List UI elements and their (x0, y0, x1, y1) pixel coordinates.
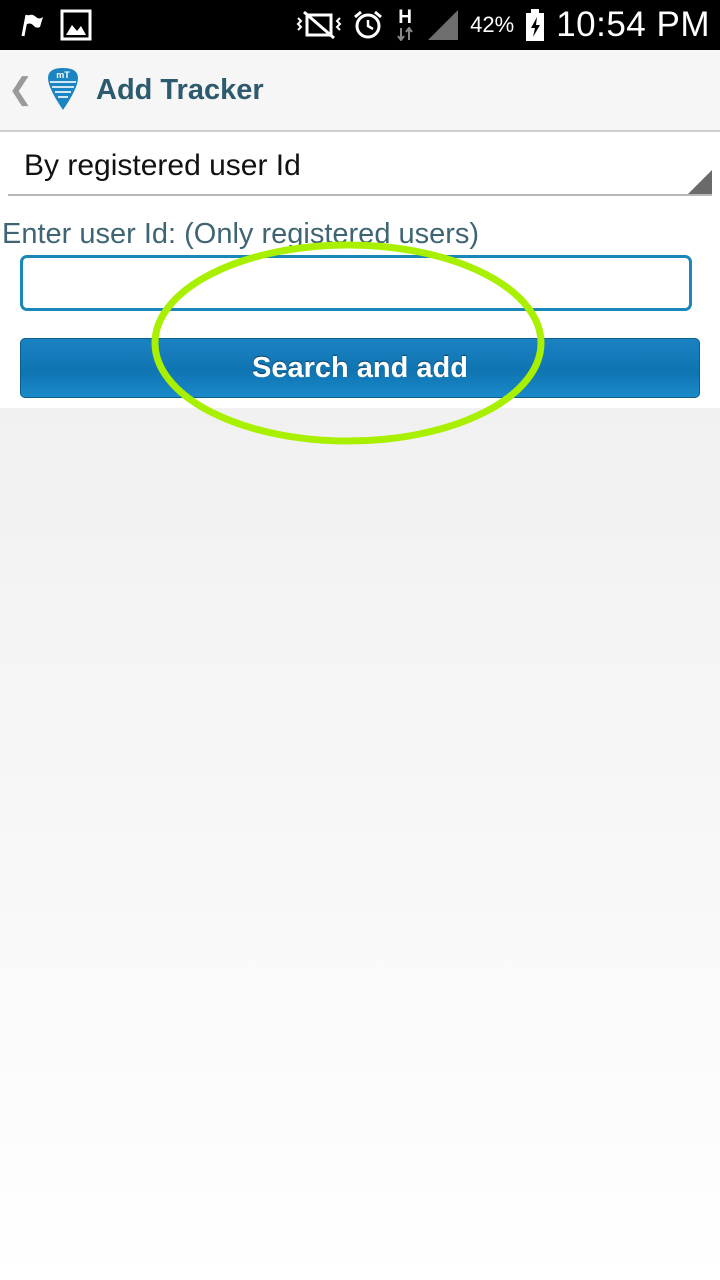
search-mode-selected: By registered user Id (24, 149, 301, 182)
page-title: Add Tracker (96, 74, 264, 106)
action-bar: ❮ mT Add Tracker (0, 50, 720, 132)
status-bar: H 42% 10:54 PM (0, 0, 720, 50)
alarm-icon (352, 9, 384, 41)
network-h-icon: H (394, 7, 416, 41)
status-bar-left (18, 0, 92, 50)
battery-percent: 42% (470, 12, 515, 37)
back-chevron-icon[interactable]: ❮ (8, 72, 33, 108)
add-tracker-form: By registered user Id Enter user Id: (On… (0, 132, 720, 408)
signal-icon (426, 8, 460, 42)
vibrate-icon (296, 10, 342, 40)
dropdown-arrow-icon (688, 170, 712, 194)
app-logo[interactable]: mT (46, 66, 80, 117)
app-logo-text: mT (56, 70, 70, 80)
clock: 10:54 PM (556, 5, 710, 44)
network-type-label: H (398, 7, 412, 28)
battery-charging-icon (524, 8, 546, 42)
search-mode-dropdown[interactable]: By registered user Id (8, 132, 712, 196)
flag-icon (18, 12, 44, 38)
status-bar-right: H 42% 10:54 PM (296, 0, 710, 50)
user-id-label: Enter user Id: (Only registered users) (2, 218, 480, 250)
search-and-add-button[interactable]: Search and add (20, 338, 700, 398)
gallery-icon (60, 9, 92, 41)
user-id-input[interactable] (20, 255, 692, 311)
